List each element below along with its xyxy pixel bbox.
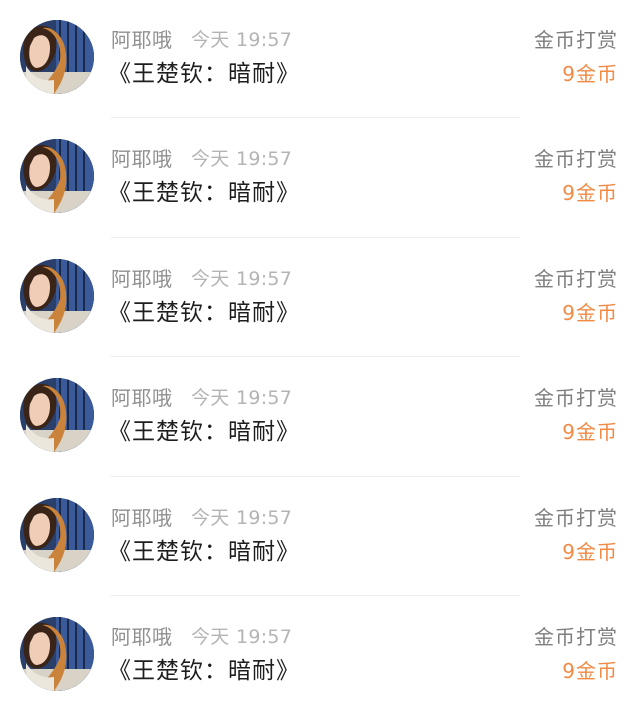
reward-amount: 9金币: [562, 300, 618, 325]
user-avatar[interactable]: [20, 497, 94, 572]
user-name[interactable]: 阿耶哦: [111, 505, 173, 531]
reward-type: 金币打赏: [534, 28, 618, 52]
divider: [111, 594, 520, 596]
article-title[interactable]: 《王楚钦：暗耐》: [108, 59, 300, 89]
article-title[interactable]: 《王楚钦：暗耐》: [108, 656, 300, 686]
user-name[interactable]: 阿耶哦: [111, 385, 173, 411]
reward-amount: 9金币: [562, 62, 618, 86]
list-item[interactable]: 阿耶哦 今天 19:57 《王楚钦：暗耐》 金币打赏 9金币: [0, 239, 640, 358]
avatar-photo-icon: [20, 378, 94, 453]
divider: [111, 236, 520, 238]
user-avatar[interactable]: [20, 616, 94, 691]
reward-type: 金币打赏: [534, 266, 618, 291]
reward-amount: 9金币: [562, 658, 618, 683]
user-name[interactable]: 阿耶哦: [111, 27, 173, 53]
user-avatar[interactable]: [20, 139, 94, 214]
reward-amount: 9金币: [562, 539, 618, 564]
user-name[interactable]: 阿耶哦: [111, 146, 173, 172]
user-avatar[interactable]: [20, 378, 94, 453]
reward-type: 金币打赏: [534, 147, 618, 172]
reward-amount: 9金币: [562, 181, 618, 206]
timestamp: 今天 19:57: [191, 148, 293, 171]
list-item[interactable]: 阿耶哦 今天 19:57 《王楚钦：暗耐》 金币打赏 9金币: [0, 0, 640, 119]
list-item[interactable]: 阿耶哦 今天 19:57 《王楚钦：暗耐》 金币打赏 9金币: [0, 358, 640, 477]
list-item[interactable]: 阿耶哦 今天 19:57 《王楚钦：暗耐》 金币打赏 9金币: [0, 119, 640, 238]
user-name[interactable]: 阿耶哦: [111, 266, 173, 292]
avatar-photo-icon: [20, 497, 94, 572]
article-title[interactable]: 《王楚钦：暗耐》: [108, 537, 300, 567]
divider: [111, 117, 520, 119]
avatar-photo-icon: [20, 258, 94, 333]
timestamp: 今天 19:57: [191, 506, 293, 529]
divider: [111, 356, 520, 358]
reward-type: 金币打赏: [534, 624, 618, 649]
avatar-photo-icon: [20, 139, 94, 214]
reward-list: 阿耶哦 今天 19:57 《王楚钦：暗耐》 金币打赏 9金币 阿耶哦 今天 19…: [0, 0, 640, 714]
timestamp: 今天 19:57: [191, 29, 293, 51]
user-avatar[interactable]: [20, 20, 94, 94]
user-avatar[interactable]: [20, 258, 94, 333]
timestamp: 今天 19:57: [191, 625, 293, 648]
list-item[interactable]: 阿耶哦 今天 19:57 《王楚钦：暗耐》 金币打赏 9金币: [0, 478, 640, 597]
article-title[interactable]: 《王楚钦：暗耐》: [108, 178, 300, 208]
user-name[interactable]: 阿耶哦: [111, 624, 173, 650]
reward-type: 金币打赏: [534, 386, 618, 411]
avatar-photo-icon: [20, 20, 94, 94]
timestamp: 今天 19:57: [191, 267, 293, 290]
divider: [111, 475, 520, 477]
reward-type: 金币打赏: [534, 505, 618, 530]
avatar-photo-icon: [20, 616, 94, 691]
article-title[interactable]: 《王楚钦：暗耐》: [108, 298, 300, 328]
article-title[interactable]: 《王楚钦：暗耐》: [108, 417, 300, 447]
timestamp: 今天 19:57: [191, 387, 293, 410]
list-item[interactable]: 阿耶哦 今天 19:57 《王楚钦：暗耐》 金币打赏 9金币: [0, 597, 640, 716]
reward-amount: 9金币: [562, 420, 618, 445]
